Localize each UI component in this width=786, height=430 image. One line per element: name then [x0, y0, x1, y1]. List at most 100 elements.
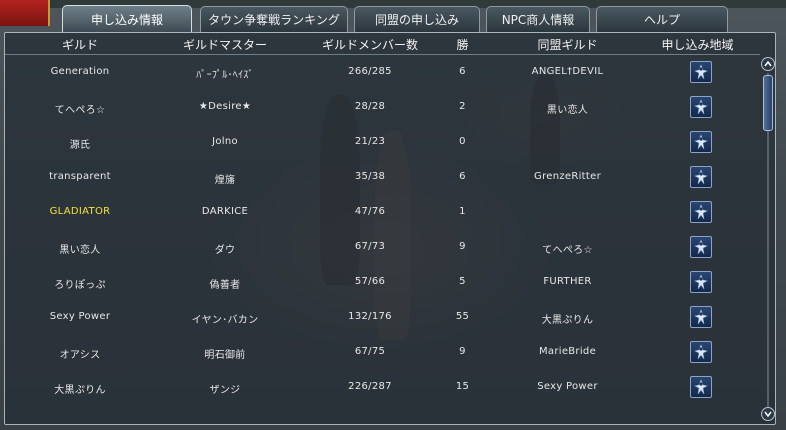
tab-2[interactable]: タウン争奪戦ランキング: [200, 6, 348, 32]
apply-area-button[interactable]: [690, 341, 712, 363]
table-row[interactable]: てへぺろ☆ ★Desire★ 28/28 2 黒い恋人: [5, 90, 760, 125]
tab-label: 同盟の申し込み: [374, 13, 459, 27]
scroll-up-button[interactable]: [761, 57, 775, 71]
warrior-emblem-icon: [694, 344, 708, 360]
guild-list: Generation ﾊﾟｰﾌﾟﾙ･ﾍｲｽﾞ 266/285 6 ANGEL†DEVIL…: [5, 55, 760, 425]
tab-label: タウン争奪戦ランキング: [208, 13, 340, 27]
wins-cell: 9: [459, 241, 466, 252]
column-header-guild: ギルド: [61, 38, 98, 52]
apply-area-button[interactable]: [690, 61, 712, 83]
table-row[interactable]: 源氏 Jolno 21/23 0: [5, 125, 760, 160]
wins-cell: 6: [459, 171, 466, 182]
guild-master-cell: 明石御前: [204, 350, 246, 361]
table-row[interactable]: 黒い恋人 ダウ 67/73 9 てへぺろ☆: [5, 230, 760, 265]
guild-name-cell: てへぺろ☆: [54, 105, 106, 116]
guild-master-cell: DARKICE: [201, 206, 249, 217]
guild-name-cell: Generation: [50, 66, 110, 77]
member-count-cell: 21/23: [354, 136, 386, 147]
list-scrollbar[interactable]: [761, 57, 775, 423]
guild-master-cell: ザンジ: [209, 385, 241, 396]
guild-name-cell: 黒い恋人: [59, 245, 101, 256]
member-count-cell: 35/38: [354, 171, 386, 182]
guild-name-cell: 源氏: [69, 140, 91, 151]
guild-name-cell: GLADIATOR: [49, 206, 111, 217]
tab-4[interactable]: NPC商人情報: [486, 6, 590, 32]
allied-guild-cell: 大黒ぷりん: [541, 315, 594, 326]
warrior-emblem-icon: [694, 274, 708, 290]
column-header-guild-master: ギルドマスター: [182, 38, 267, 52]
tab-label: ヘルプ: [643, 13, 680, 27]
guild-flag-emblem: [0, 0, 50, 26]
warrior-emblem-icon: [694, 99, 708, 115]
warrior-emblem-icon: [694, 239, 708, 255]
guild-name-cell: Sexy Power: [49, 311, 111, 322]
warrior-emblem-icon: [694, 379, 708, 395]
warrior-emblem-icon: [694, 204, 708, 220]
guild-name-cell: オアシス: [59, 350, 101, 361]
apply-area-button[interactable]: [690, 376, 712, 398]
warrior-emblem-icon: [694, 64, 708, 80]
guild-name-cell: ろりぽっぷ: [54, 280, 106, 291]
column-header-allied-guild: 同盟ギルド: [537, 38, 598, 52]
apply-area-button[interactable]: [690, 201, 712, 223]
scrollbar-thumb[interactable]: [763, 75, 773, 131]
table-row[interactable]: Generation ﾊﾟｰﾌﾟﾙ･ﾍｲｽﾞ 266/285 6 ANGEL†DEVIL: [5, 55, 760, 90]
table-row[interactable]: transparent 煌旛 35/38 6 GrenzeRitter: [5, 160, 760, 195]
chevron-up-icon: [764, 61, 772, 67]
table-header: ギルド ギルドマスター ギルドメンバー数 勝 同盟ギルド 申し込み地域: [5, 35, 760, 55]
member-count-cell: 132/176: [348, 311, 392, 322]
wins-cell: 2: [459, 101, 466, 112]
allied-guild-cell: FURTHER: [543, 276, 592, 287]
guild-master-cell: Jolno: [212, 136, 238, 147]
wins-cell: 5: [459, 276, 466, 287]
tab-label: 申し込み情報: [90, 13, 163, 27]
wins-cell: 55: [455, 311, 470, 322]
wins-cell: 1: [459, 206, 466, 217]
table-row[interactable]: オアシス 明石御前 67/75 9 MarieBride: [5, 335, 760, 370]
member-count-cell: 266/285: [348, 66, 392, 77]
apply-area-button[interactable]: [690, 96, 712, 118]
member-count-cell: 226/287: [348, 381, 392, 392]
member-count-cell: 67/73: [354, 241, 386, 252]
apply-area-button[interactable]: [690, 271, 712, 293]
allied-guild-cell: MarieBride: [538, 346, 597, 357]
member-count-cell: 57/66: [354, 276, 386, 287]
allied-guild-cell: Sexy Power: [537, 381, 598, 392]
tab-3[interactable]: 同盟の申し込み: [354, 6, 480, 32]
guild-master-cell: ダウ: [214, 245, 236, 256]
guild-name-cell: 大黒ぷりん: [54, 385, 106, 396]
tab-1[interactable]: 申し込み情報: [62, 5, 192, 33]
allied-guild-cell: 黒い恋人: [546, 105, 589, 116]
guild-master-cell: イヤン･バカン: [191, 315, 259, 326]
guild-master-cell: 偽善者: [209, 280, 241, 291]
wins-cell: 15: [455, 381, 470, 392]
allied-guild-cell: てへぺろ☆: [542, 245, 593, 256]
apply-area-button[interactable]: [690, 166, 712, 188]
warrior-emblem-icon: [694, 134, 708, 150]
wins-cell: 0: [459, 136, 466, 147]
column-header-member-count: ギルドメンバー数: [321, 38, 418, 52]
apply-area-button[interactable]: [690, 236, 712, 258]
guild-master-cell: ★Desire★: [198, 101, 252, 112]
apply-area-button[interactable]: [690, 131, 712, 153]
guild-name-cell: transparent: [49, 171, 111, 182]
member-count-cell: 28/28: [354, 101, 386, 112]
table-row[interactable]: 大黒ぷりん ザンジ 226/287 15 Sexy Power: [5, 370, 760, 405]
guild-application-panel: ギルド ギルドマスター ギルドメンバー数 勝 同盟ギルド 申し込み地域 Gene…: [4, 32, 776, 425]
apply-area-button[interactable]: [690, 306, 712, 328]
member-count-cell: 47/76: [354, 206, 386, 217]
table-row[interactable]: GLADIATOR DARKICE 47/76 1: [5, 195, 760, 230]
scroll-down-button[interactable]: [761, 407, 775, 421]
wins-cell: 6: [459, 66, 466, 77]
guild-master-cell: ﾊﾟｰﾌﾟﾙ･ﾍｲｽﾞ: [196, 70, 254, 81]
guild-master-cell: 煌旛: [214, 175, 236, 186]
tab-5[interactable]: ヘルプ: [596, 6, 728, 32]
tab-label: NPC商人情報: [501, 13, 575, 27]
wins-cell: 9: [459, 346, 466, 357]
table-row[interactable]: ろりぽっぷ 偽善者 57/66 5 FURTHER: [5, 265, 760, 300]
column-header-apply-area: 申し込み地域: [661, 38, 734, 52]
table-row[interactable]: Sexy Power イヤン･バカン 132/176 55 大黒ぷりん: [5, 300, 760, 335]
tab-bar: 申し込み情報 タウン争奪戦ランキング 同盟の申し込み NPC商人情報 ヘルプ: [62, 5, 786, 33]
allied-guild-cell: ANGEL†DEVIL: [531, 66, 604, 77]
chevron-down-icon: [764, 411, 772, 417]
